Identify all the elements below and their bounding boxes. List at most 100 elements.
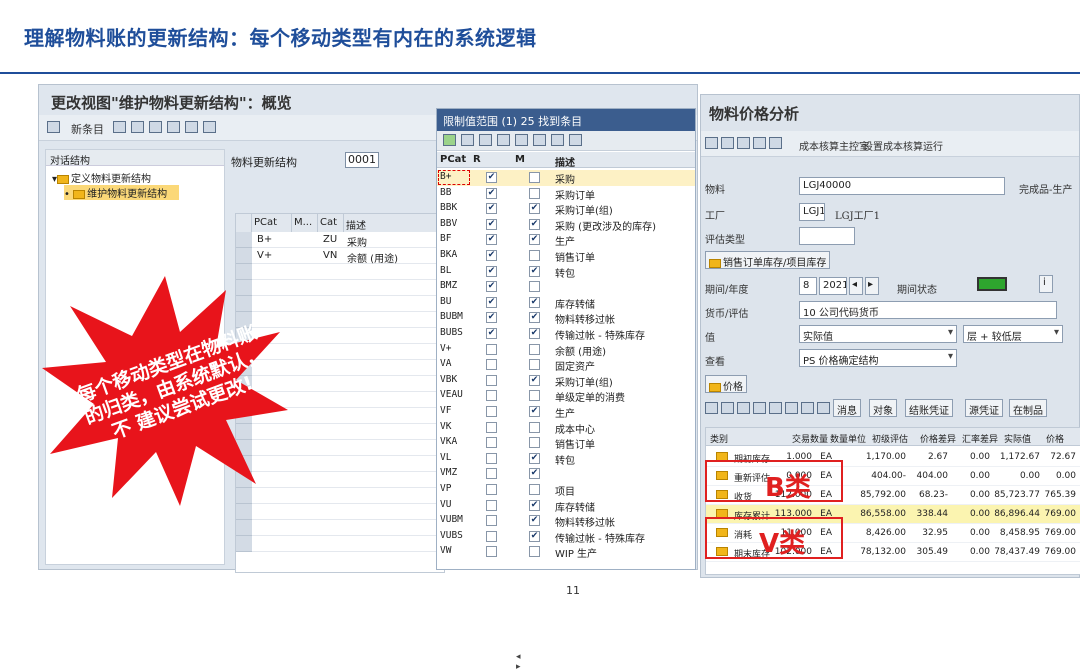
m-checkbox[interactable] [529, 406, 540, 417]
sales-order-stock-tab[interactable]: 销售订单库存/项目库存 [705, 251, 831, 269]
m-checkbox[interactable] [529, 374, 540, 386]
r-checkbox[interactable] [486, 390, 497, 402]
m-checkbox[interactable] [529, 437, 540, 449]
m-checkbox[interactable] [529, 343, 540, 355]
m-checkbox[interactable] [529, 499, 540, 511]
list-item[interactable]: VF 生产 [437, 404, 695, 420]
list-item[interactable]: VEAU 单级定单的消费 [437, 388, 695, 404]
list-item[interactable]: BKA 销售订单 [437, 248, 695, 264]
r-checkbox[interactable] [486, 343, 497, 355]
list-item[interactable]: BBK 采购订单(组) [437, 201, 695, 217]
material-field[interactable]: LGJ40000 [799, 177, 1005, 195]
list-item[interactable]: V+ 余额 (用途) [437, 342, 695, 358]
print-icon[interactable] [551, 134, 564, 146]
m-checkbox[interactable] [529, 328, 540, 339]
objects-button[interactable]: 对象 [869, 399, 897, 417]
list-item[interactable]: VA 固定资产 [437, 357, 695, 373]
col-prelim[interactable]: 初级评估 [872, 432, 908, 445]
col-price[interactable]: 价格 [1046, 432, 1064, 445]
columns-icon[interactable] [753, 137, 766, 149]
list-item[interactable]: BUBS 传输过帐 - 特殊库存 [437, 326, 695, 342]
m-checkbox[interactable] [529, 359, 540, 371]
list-item[interactable]: VL 转包 [437, 451, 695, 467]
layout-icon[interactable] [769, 402, 782, 414]
valuation-type-field[interactable] [799, 227, 855, 245]
layout-icon[interactable] [569, 134, 582, 146]
col-category[interactable]: 类别 [710, 432, 728, 445]
r-checkbox[interactable] [486, 172, 497, 183]
messages-button[interactable]: 消息 [833, 399, 861, 417]
plant-field[interactable]: LGJ1 [799, 203, 825, 221]
header-r[interactable]: R [473, 154, 481, 165]
list-item[interactable]: B+采购 [437, 170, 695, 186]
help-icon[interactable] [533, 134, 546, 146]
m-checkbox[interactable] [529, 530, 540, 542]
col-actual[interactable]: 实际值 [1004, 432, 1031, 445]
list-item[interactable]: VW WIP 生产 [437, 544, 695, 560]
horizontal-scroll[interactable]: ◂ ▸ [516, 652, 521, 672]
closing-doc-button[interactable]: 结账凭证 [905, 399, 953, 417]
filter-icon[interactable] [461, 134, 474, 146]
list-item[interactable]: BB 采购订单 [437, 186, 695, 202]
source-doc-button[interactable]: 源凭证 [965, 399, 1003, 417]
wip-button[interactable]: 在制品 [1009, 399, 1047, 417]
col-cat[interactable]: Cat [318, 214, 344, 232]
col-pcat[interactable]: PCat [252, 214, 292, 232]
m-checkbox[interactable] [529, 203, 540, 215]
confirm-icon[interactable] [443, 134, 456, 146]
details-icon[interactable] [737, 402, 750, 414]
sum-icon[interactable] [801, 402, 814, 414]
m-checkbox[interactable] [529, 218, 540, 230]
copy-icon[interactable] [113, 121, 126, 133]
row-selector[interactable] [236, 232, 252, 248]
m-checkbox[interactable] [529, 250, 540, 261]
list-item[interactable]: BUBM 物料转移过帐 [437, 310, 695, 326]
r-checkbox[interactable] [486, 265, 497, 277]
m-checkbox[interactable] [529, 234, 540, 246]
layer-dropdown[interactable]: 层 + 较低层 [963, 325, 1063, 343]
m-checkbox[interactable] [529, 484, 540, 495]
r-checkbox[interactable] [486, 452, 497, 464]
row-selector[interactable] [236, 248, 252, 264]
select-all-icon[interactable] [167, 121, 180, 133]
new-entries-button[interactable]: 新条目 [71, 121, 104, 137]
hierarchy-icon[interactable] [721, 137, 734, 149]
col-m[interactable]: M... [292, 214, 318, 232]
r-checkbox[interactable] [486, 530, 497, 542]
price-tab[interactable]: 价格 [705, 375, 747, 393]
value-dropdown[interactable]: 实际值 [799, 325, 957, 343]
list-item[interactable]: BL 转包 [437, 264, 695, 280]
list-item[interactable]: VK 成本中心 [437, 420, 695, 436]
find-next-icon[interactable] [497, 134, 510, 146]
list-item[interactable]: VU 库存转储 [437, 498, 695, 514]
r-checkbox[interactable] [486, 406, 497, 417]
period-field[interactable]: 8 [799, 277, 817, 295]
r-checkbox[interactable] [486, 312, 497, 324]
r-checkbox[interactable] [486, 468, 497, 480]
m-checkbox[interactable] [529, 296, 540, 308]
list-item[interactable]: VUBS 传输过帐 - 特殊库存 [437, 529, 695, 545]
header-m[interactable]: M [515, 154, 525, 165]
r-checkbox[interactable] [486, 499, 497, 511]
refresh-icon[interactable] [705, 137, 718, 149]
r-checkbox[interactable] [486, 187, 497, 199]
r-checkbox[interactable] [486, 437, 497, 449]
col-desc[interactable]: 描述 [344, 214, 444, 232]
prev-period-button[interactable]: ◂ [849, 277, 863, 295]
table-icon[interactable] [737, 137, 750, 149]
list-item[interactable]: VP 项目 [437, 482, 695, 498]
cost-cockpit-link[interactable]: 成本核算主控室 [799, 138, 869, 153]
list-item[interactable]: VMZ [437, 466, 695, 482]
m-checkbox[interactable] [529, 452, 540, 464]
col-unit[interactable]: 数量单位 [830, 432, 866, 445]
tree-item-define-structure[interactable]: ▾ 定义物料更新结构 [52, 170, 151, 185]
m-checkbox[interactable] [529, 421, 540, 433]
row-selector[interactable] [236, 520, 252, 536]
list-item[interactable]: BBV 采购 (更改涉及的库存) [437, 217, 695, 233]
m-checkbox[interactable] [529, 390, 540, 402]
list-item[interactable]: VBK 采购订单(组) [437, 373, 695, 389]
info-button[interactable]: i [1039, 275, 1053, 293]
costing-run-link[interactable]: 设置成本核算运行 [863, 138, 943, 153]
undo-icon[interactable] [131, 121, 144, 133]
header-pcat[interactable]: PCat [440, 154, 466, 165]
